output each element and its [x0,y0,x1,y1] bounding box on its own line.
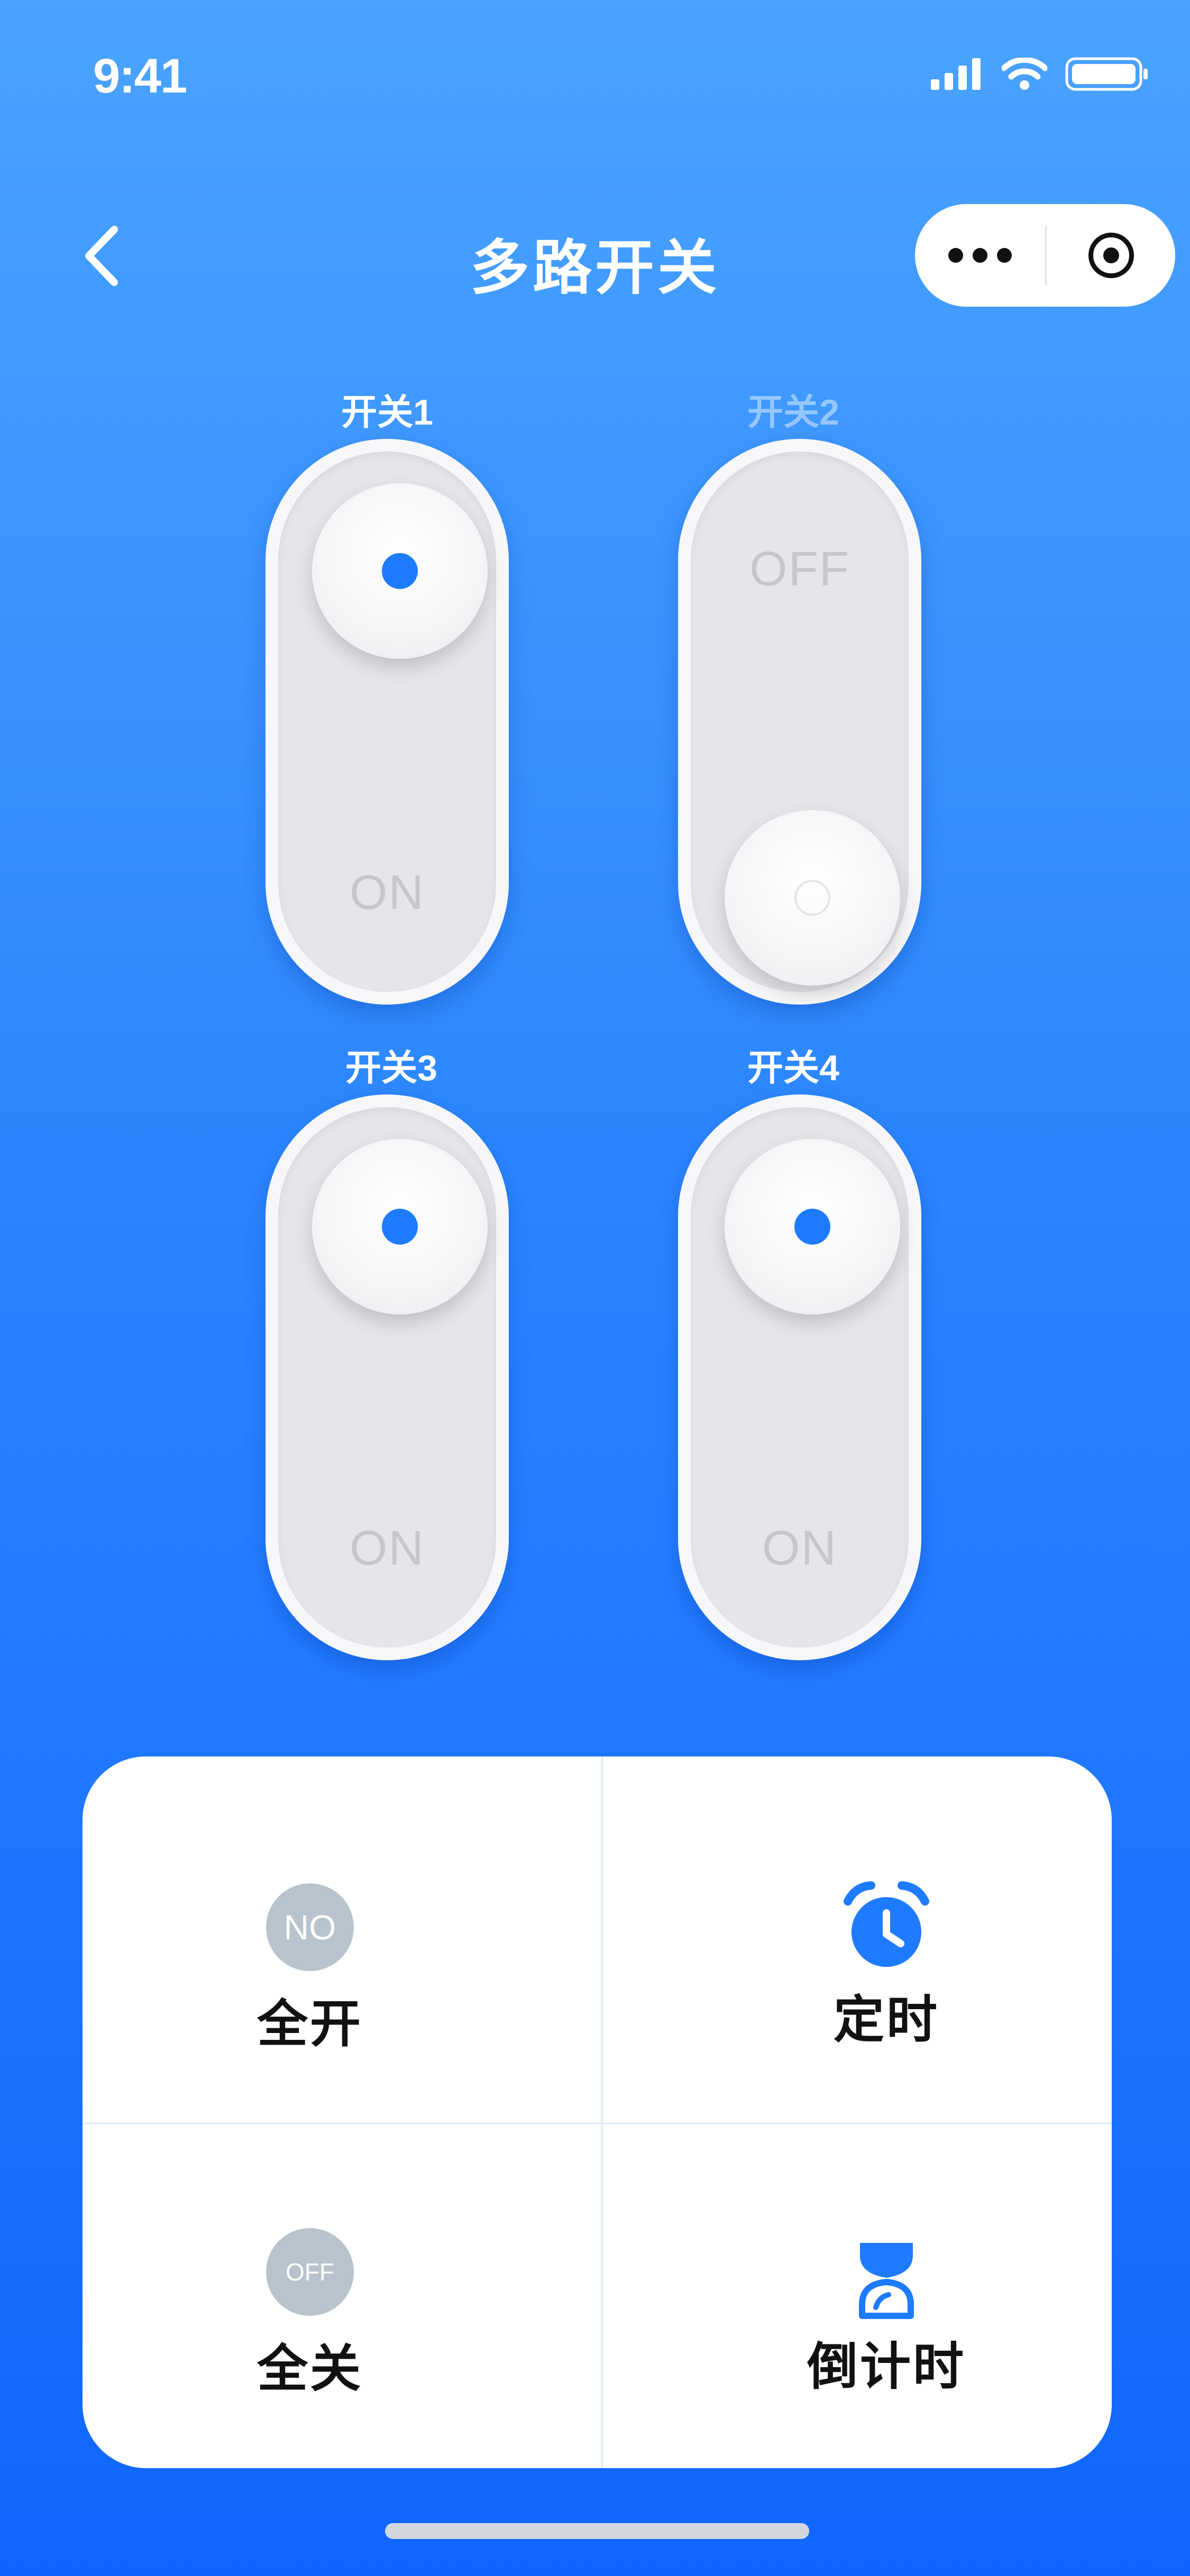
switch-2-label: 开关2 [747,392,839,433]
signal-icon [931,58,981,90]
close-mini-program-button[interactable] [1047,204,1175,307]
hourglass-icon [859,2243,914,2319]
countdown-button[interactable]: 倒计时 [722,2240,1050,2399]
switch-track: OFF [691,452,909,992]
indicator-dot [382,1209,418,1245]
panel-divider-vertical [601,1756,603,2468]
switch-1[interactable]: ON [266,439,509,1005]
switch-knob[interactable] [312,1139,488,1314]
more-button[interactable] [915,204,1045,307]
indicator-dot [794,1209,830,1245]
switch-track: ON [278,1107,496,1648]
switch-state-text: ON [350,1521,425,1575]
status-time: 9:41 [93,49,187,103]
home-indicator [385,2523,809,2539]
switch-4[interactable]: ON [678,1094,921,1660]
switch-knob[interactable] [725,1139,900,1314]
target-icon [1088,233,1134,278]
mini-program-capsule [915,204,1175,307]
all-on-button[interactable]: NO 全开 [231,1883,389,2056]
switch-4-label: 开关4 [747,1048,839,1088]
status-icons [931,57,1150,91]
timer-button[interactable]: 定时 [722,1881,1050,2052]
countdown-label: 倒计时 [807,2339,966,2395]
indicator-dot [794,880,830,916]
indicator-dot [382,553,418,589]
timer-label: 定时 [834,1992,939,2048]
panel-divider-horizontal [83,2122,1112,2124]
switch-3-label: 开关3 [345,1048,437,1088]
switch-state-text: ON [350,866,425,919]
battery-icon [1065,57,1148,91]
switch-2[interactable]: OFF [678,439,921,1005]
alarm-clock-icon [844,1881,929,1967]
more-dot [973,248,987,263]
switch-state-text: ON [762,1521,837,1575]
switch-3[interactable]: ON [266,1094,509,1660]
switch-knob[interactable] [312,483,488,659]
all-off-badge: OFF [266,2228,354,2316]
all-on-label: 全开 [257,1996,363,2053]
wifi-icon [1002,58,1047,90]
all-off-label: 全关 [257,2341,363,2397]
control-panel: NO 全开 定时 OFF 全关 倒计时 [83,1756,1112,2468]
switch-track: ON [278,452,496,992]
all-off-button[interactable]: OFF 全关 [231,2228,389,2401]
all-on-badge: NO [266,1883,354,1971]
more-dot [997,248,1012,263]
more-dots-icon [948,248,963,263]
switch-knob[interactable] [725,810,900,986]
switch-1-label: 开关1 [341,392,433,433]
switch-state-text: OFF [749,542,850,596]
switch-track: ON [691,1107,909,1648]
